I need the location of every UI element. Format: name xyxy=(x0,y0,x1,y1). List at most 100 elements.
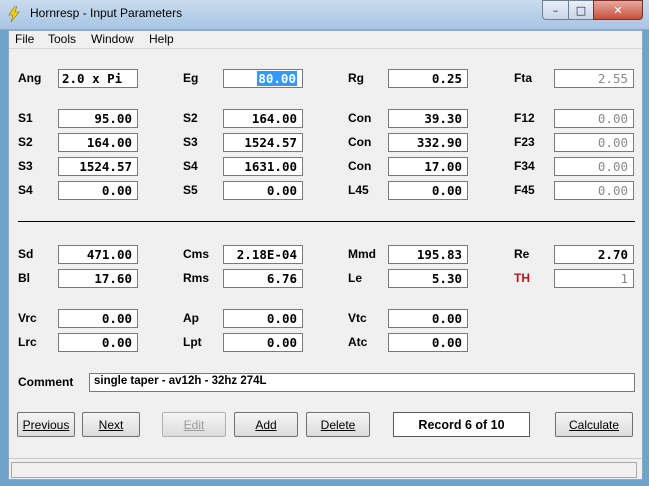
atc-label: Atc xyxy=(348,335,368,349)
next-label: Next xyxy=(98,417,124,432)
add-label: Add xyxy=(255,417,277,432)
bl-label: Bl xyxy=(18,271,30,285)
menu-bar: File Tools Window Help xyxy=(9,31,642,49)
lpt-label: Lpt xyxy=(183,335,202,349)
f23-label: F23 xyxy=(514,135,535,149)
previous-label: Previous xyxy=(22,417,70,432)
menu-tools[interactable]: Tools xyxy=(48,32,76,46)
s4-label-row5: S4 xyxy=(18,183,33,197)
record-indicator: Record 6 of 10 xyxy=(393,412,530,437)
vtc-label: Vtc xyxy=(348,311,367,325)
l45-label: L45 xyxy=(348,183,369,197)
status-panel xyxy=(11,462,637,478)
con1-field[interactable]: 39.30 xyxy=(388,109,468,128)
f12-label: F12 xyxy=(514,111,535,125)
section-divider xyxy=(18,221,635,222)
menu-window[interactable]: Window xyxy=(91,32,134,46)
ap-field[interactable]: 0.00 xyxy=(223,309,303,328)
mmd-label: Mmd xyxy=(348,247,376,261)
close-icon: ✕ xyxy=(613,3,623,17)
s4-field-row5[interactable]: 0.00 xyxy=(58,181,138,200)
previous-button[interactable]: Previous xyxy=(17,412,75,437)
lrc-field[interactable]: 0.00 xyxy=(58,333,138,352)
s5-label: S5 xyxy=(183,183,198,197)
delete-label: Delete xyxy=(320,417,356,432)
delete-button[interactable]: Delete xyxy=(306,412,370,437)
s3-label-row4: S3 xyxy=(18,159,33,173)
rg-field[interactable]: 0.25 xyxy=(388,69,468,88)
cms-field[interactable]: 2.18E-04 xyxy=(223,245,303,264)
ang-field[interactable]: 2.0 x Pi xyxy=(58,69,138,88)
maximize-icon: □ xyxy=(575,3,587,17)
comment-field[interactable]: single taper - av12h - 32hz 274L xyxy=(89,373,635,392)
menu-file[interactable]: File xyxy=(15,32,34,46)
s1-field[interactable]: 95.00 xyxy=(58,109,138,128)
fta-field: 2.55 xyxy=(554,69,634,88)
re-field[interactable]: 2.70 xyxy=(554,245,634,264)
le-label: Le xyxy=(348,271,363,285)
lpt-field[interactable]: 0.00 xyxy=(223,333,303,352)
vtc-field[interactable]: 0.00 xyxy=(388,309,468,328)
f34-field: 0.00 xyxy=(554,157,634,176)
comment-label: Comment xyxy=(18,375,74,389)
rms-field[interactable]: 6.76 xyxy=(223,269,303,288)
s2-field[interactable]: 164.00 xyxy=(223,109,303,128)
vrc-field[interactable]: 0.00 xyxy=(58,309,138,328)
maximize-button[interactable]: □ xyxy=(568,0,594,20)
lightning-icon xyxy=(8,6,20,22)
vrc-label: Vrc xyxy=(18,311,37,325)
close-button[interactable]: ✕ xyxy=(593,0,643,20)
edit-label: Edit xyxy=(183,417,205,432)
s4-label: S4 xyxy=(183,159,198,173)
window-title: Hornresp - Input Parameters xyxy=(30,6,183,20)
con1-label: Con xyxy=(348,111,372,125)
re-label: Re xyxy=(514,247,530,261)
cms-label: Cms xyxy=(183,247,210,261)
sd-field[interactable]: 471.00 xyxy=(58,245,138,264)
edit-button: Edit xyxy=(162,412,226,437)
rms-label: Rms xyxy=(183,271,210,285)
window-client-area: File Tools Window Help Ang 2.0 x Pi Eg 8… xyxy=(8,30,643,480)
f45-field: 0.00 xyxy=(554,181,634,200)
calculate-button[interactable]: Calculate xyxy=(555,412,633,437)
th-field: 1 xyxy=(554,269,634,288)
lrc-label: Lrc xyxy=(18,335,37,349)
rg-label: Rg xyxy=(348,71,364,85)
s2-label-row3: S2 xyxy=(18,135,33,149)
s4-field[interactable]: 1631.00 xyxy=(223,157,303,176)
f23-field: 0.00 xyxy=(554,133,634,152)
s3-field[interactable]: 1524.57 xyxy=(223,133,303,152)
s3-field-row4[interactable]: 1524.57 xyxy=(58,157,138,176)
s5-field[interactable]: 0.00 xyxy=(223,181,303,200)
con2-field[interactable]: 332.90 xyxy=(388,133,468,152)
fta-label: Fta xyxy=(514,71,532,85)
atc-field[interactable]: 0.00 xyxy=(388,333,468,352)
th-label: TH xyxy=(514,271,530,285)
con2-label: Con xyxy=(348,135,372,149)
l45-field[interactable]: 0.00 xyxy=(388,181,468,200)
status-bar xyxy=(9,458,642,479)
s3-label: S3 xyxy=(183,135,198,149)
eg-label: Eg xyxy=(183,71,199,85)
minimize-button[interactable]: – xyxy=(542,0,569,20)
title-bar: Hornresp - Input Parameters – □ ✕ xyxy=(0,0,649,30)
f34-label: F34 xyxy=(514,159,535,173)
s1-label: S1 xyxy=(18,111,33,125)
sd-label: Sd xyxy=(18,247,34,261)
calculate-label: Calculate xyxy=(568,417,620,432)
next-button[interactable]: Next xyxy=(82,412,140,437)
s2-field-row3[interactable]: 164.00 xyxy=(58,133,138,152)
s2-label: S2 xyxy=(183,111,198,125)
eg-field[interactable]: 80.00 xyxy=(223,69,303,88)
eg-value: 80.00 xyxy=(257,71,297,86)
minimize-icon: – xyxy=(552,3,559,17)
bl-field[interactable]: 17.60 xyxy=(58,269,138,288)
f45-label: F45 xyxy=(514,183,535,197)
menu-help[interactable]: Help xyxy=(149,32,174,46)
f12-field: 0.00 xyxy=(554,109,634,128)
con3-field[interactable]: 17.00 xyxy=(388,157,468,176)
le-field[interactable]: 5.30 xyxy=(388,269,468,288)
mmd-field[interactable]: 195.83 xyxy=(388,245,468,264)
con3-label: Con xyxy=(348,159,372,173)
add-button[interactable]: Add xyxy=(234,412,298,437)
